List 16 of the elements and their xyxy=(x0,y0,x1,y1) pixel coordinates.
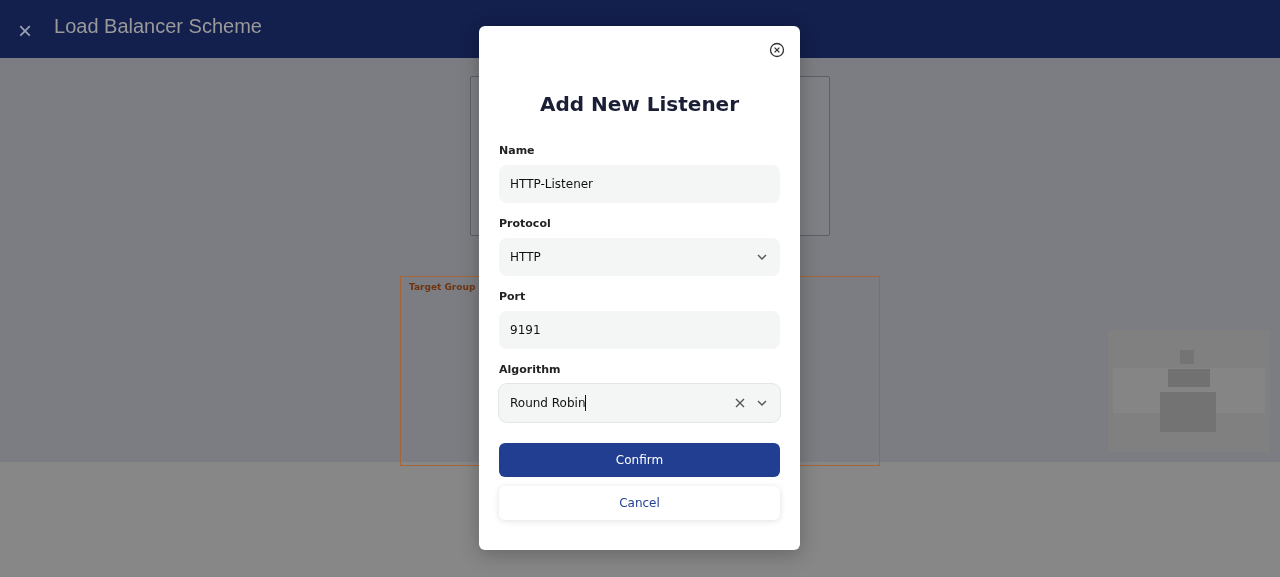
cancel-button[interactable]: Cancel xyxy=(499,486,780,520)
dialog-title: Add New Listener xyxy=(538,92,741,116)
group-label: Target Group xyxy=(409,282,476,292)
select-field[interactable]: Round Robin xyxy=(499,384,780,422)
select-field[interactable]: HTTP xyxy=(499,238,780,276)
field-label: Name xyxy=(499,144,536,157)
page-title: Load Balancer Scheme xyxy=(54,14,262,38)
input-field[interactable]: HTTP-Listener xyxy=(499,165,780,203)
field-label: Protocol xyxy=(499,217,552,230)
input-field[interactable]: 9191 xyxy=(499,311,780,349)
close-icon[interactable]: × xyxy=(18,19,32,43)
clear-icon[interactable] xyxy=(734,397,746,409)
field-label: Port xyxy=(499,290,527,303)
field-label: Algorithm xyxy=(499,363,562,376)
close-icon[interactable] xyxy=(769,42,785,58)
confirm-button[interactable]: Confirm xyxy=(499,443,780,477)
